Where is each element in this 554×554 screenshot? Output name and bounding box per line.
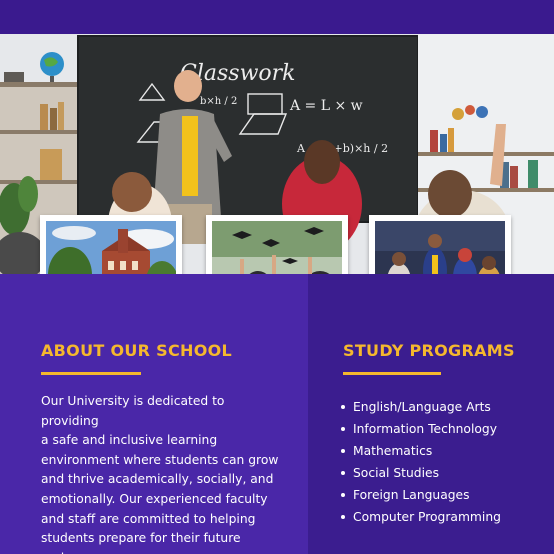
- program-label: English/Language Arts: [353, 400, 491, 414]
- list-item: Foreign Languages: [338, 484, 538, 506]
- bullet-icon: [341, 471, 345, 475]
- programs-heading: STUDY PROGRAMS: [343, 341, 515, 360]
- bullet-icon: [341, 427, 345, 431]
- about-line: endeavors: [41, 549, 281, 554]
- program-label: Information Technology: [353, 422, 497, 436]
- about-heading-underline: [41, 372, 141, 375]
- programs-heading-underline: [343, 372, 441, 375]
- program-label: Computer Programming: [353, 510, 501, 524]
- about-line: Our University is dedicated to providing: [41, 394, 225, 428]
- list-item: Computer Programming: [338, 506, 538, 528]
- about-line: students prepare for their future: [41, 531, 241, 546]
- about-line: and thrive academically, socially, and: [41, 472, 274, 487]
- program-label: Mathematics: [353, 444, 433, 458]
- bullet-icon: [341, 493, 345, 497]
- list-item: English/Language Arts: [338, 396, 538, 418]
- about-line: a safe and inclusive learning: [41, 433, 218, 448]
- about-line: and staff are committed to helping: [41, 511, 256, 526]
- bullet-icon: [341, 449, 345, 453]
- bullet-icon: [341, 405, 345, 409]
- about-line: environment where students can grow: [41, 452, 279, 467]
- bullet-icon: [341, 515, 345, 519]
- list-item: Social Studies: [338, 462, 538, 484]
- program-label: Social Studies: [353, 466, 439, 480]
- programs-list: English/Language Arts Information Techno…: [338, 396, 538, 528]
- program-label: Foreign Languages: [353, 488, 470, 502]
- about-heading: ABOUT OUR SCHOOL: [41, 341, 232, 360]
- chalkboard-formula-3: b×h / 2: [200, 96, 237, 107]
- about-paragraph: Our University is dedicated to providing…: [41, 392, 281, 554]
- list-item: Mathematics: [338, 440, 538, 462]
- about-line: emotionally. Our experienced faculty: [41, 491, 268, 506]
- top-band: [0, 0, 554, 34]
- chalkboard-formula-1: A = L × w: [289, 98, 363, 114]
- list-item: Information Technology: [338, 418, 538, 440]
